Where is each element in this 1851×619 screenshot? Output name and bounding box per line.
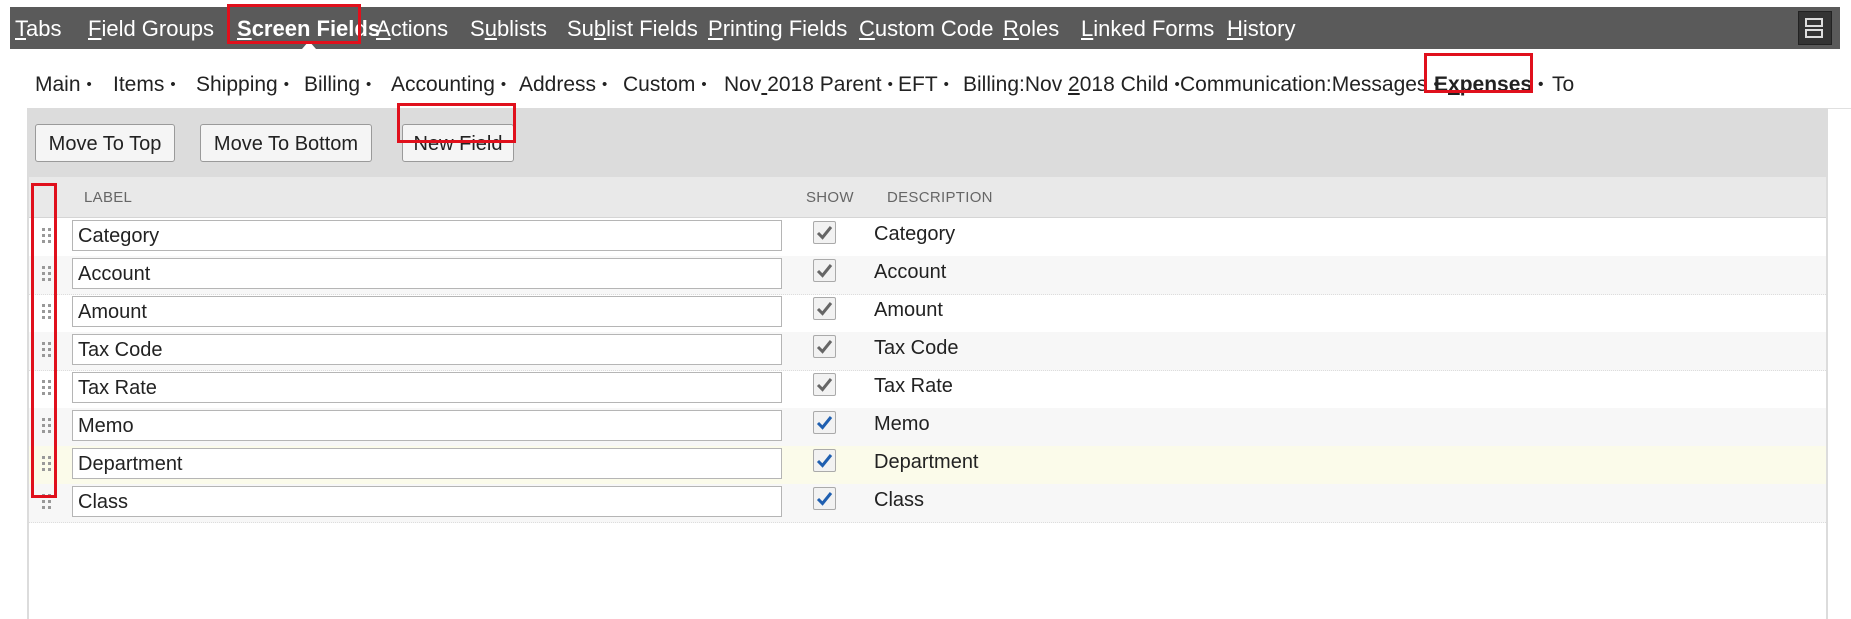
show-checkbox[interactable]	[813, 259, 836, 282]
tab-linked-forms[interactable]: Linked Forms	[1081, 7, 1214, 49]
annotation-box-screen-fields	[227, 4, 361, 44]
table-row: Tax Rate	[29, 370, 1826, 409]
screen-fields-panel: Move To Top Move To Bottom New Field LAB…	[27, 108, 1828, 619]
annotation-box-expenses	[1424, 53, 1533, 93]
show-checkbox[interactable]	[813, 449, 836, 472]
field-label-input[interactable]	[72, 410, 782, 441]
subtab-dot: •	[602, 76, 608, 93]
tab-roles[interactable]: Roles	[1003, 7, 1059, 49]
tab-sublists[interactable]: Sublists	[470, 7, 547, 49]
subtab-accounting[interactable]: Accounting •	[391, 60, 506, 108]
checkmark-icon	[816, 264, 833, 278]
field-label-input[interactable]	[72, 334, 782, 365]
description-column-header: DESCRIPTION	[887, 189, 993, 206]
table-row: Amount	[29, 294, 1826, 333]
subtab-to[interactable]: To	[1552, 60, 1580, 108]
tab-printing-fields[interactable]: Printing Fields	[708, 7, 847, 49]
subtab-dot: •	[701, 76, 707, 93]
label-column-header: LABEL	[84, 189, 133, 206]
show-checkbox[interactable]	[813, 487, 836, 510]
grid-header: LABEL SHOW DESCRIPTION	[29, 177, 1826, 218]
tab-tabs[interactable]: Tabs	[15, 7, 61, 49]
field-description: Department	[874, 451, 979, 473]
checkmark-icon	[816, 340, 833, 354]
field-description: Account	[874, 261, 947, 283]
tab-custom-code[interactable]: Custom Code	[859, 7, 994, 49]
field-description: Memo	[874, 413, 930, 435]
field-description: Amount	[874, 299, 943, 321]
field-label-input[interactable]	[72, 448, 782, 479]
subtab-billing-nov-2018-child[interactable]: Billing:Nov 2018 Child •	[963, 60, 1180, 108]
table-row: Tax Code	[29, 332, 1826, 371]
subtab-shipping[interactable]: Shipping •	[196, 60, 289, 108]
tab-field-groups[interactable]: Field Groups	[88, 7, 214, 49]
checkmark-icon	[816, 454, 833, 468]
table-row: Memo	[29, 408, 1826, 447]
checkmark-icon	[816, 302, 833, 316]
subtab-address[interactable]: Address •	[519, 60, 607, 108]
subtab-dot: •	[1538, 76, 1544, 93]
fields-grid: LABEL SHOW DESCRIPTION Category Account Am…	[29, 177, 1826, 619]
tab-history[interactable]: History	[1227, 7, 1295, 49]
move-to-top-button[interactable]: Move To Top	[35, 124, 175, 162]
annotation-box-new-field	[397, 103, 516, 143]
show-column-header: SHOW	[806, 189, 854, 206]
field-label-input[interactable]	[72, 486, 782, 517]
checkmark-icon	[816, 226, 833, 240]
table-row: Category	[29, 218, 1826, 257]
show-checkbox[interactable]	[813, 411, 836, 434]
field-description: Tax Rate	[874, 375, 953, 397]
field-description: Class	[874, 489, 925, 511]
subtab-main[interactable]: Main •	[35, 60, 92, 108]
subtab-eft[interactable]: EFT •	[898, 60, 949, 108]
subtab-dot: •	[887, 76, 893, 93]
checkmark-icon	[816, 416, 833, 430]
field-label-input[interactable]	[72, 296, 782, 327]
show-checkbox[interactable]	[813, 373, 836, 396]
checkmark-icon	[816, 492, 833, 506]
subtab-dot: •	[943, 76, 949, 93]
table-row: Account	[29, 256, 1826, 295]
subtab-bar: Main • Items • Shipping • Billing • Accounting • A…	[27, 60, 1851, 109]
show-checkbox[interactable]	[813, 297, 836, 320]
subtab-custom[interactable]: Custom •	[623, 60, 707, 108]
move-to-bottom-button[interactable]: Move To Bottom	[200, 124, 372, 162]
show-checkbox[interactable]	[813, 335, 836, 358]
subtab-dot: •	[366, 76, 372, 93]
checkmark-icon	[816, 378, 833, 392]
subtab-billing[interactable]: Billing •	[304, 60, 371, 108]
layout-toggle-icon[interactable]	[1798, 11, 1832, 45]
tab-sublist-fields[interactable]: Sublist Fields	[567, 7, 698, 49]
table-row: Class	[29, 484, 1826, 523]
field-description: Category	[874, 223, 956, 245]
field-description: Tax Code	[874, 337, 959, 359]
subtab-communication-messages[interactable]: Communication:Messages •	[1180, 60, 1439, 108]
annotation-box-drag-handles	[31, 183, 57, 498]
subtab-dot: •	[283, 76, 289, 93]
show-checkbox[interactable]	[813, 221, 836, 244]
subtab-nov-2018-parent[interactable]: Nov 2018 Parent •	[724, 60, 893, 108]
field-label-input[interactable]	[72, 372, 782, 403]
field-label-input[interactable]	[72, 220, 782, 251]
table-row: Department	[29, 446, 1826, 485]
subtab-dot: •	[170, 76, 176, 93]
subtab-items[interactable]: Items •	[113, 60, 176, 108]
subtab-dot: •	[86, 76, 92, 93]
field-label-input[interactable]	[72, 258, 782, 289]
subtab-dot: •	[500, 76, 507, 93]
tab-actions[interactable]: Actions	[376, 7, 448, 49]
subtab-dot: •	[1174, 76, 1180, 93]
